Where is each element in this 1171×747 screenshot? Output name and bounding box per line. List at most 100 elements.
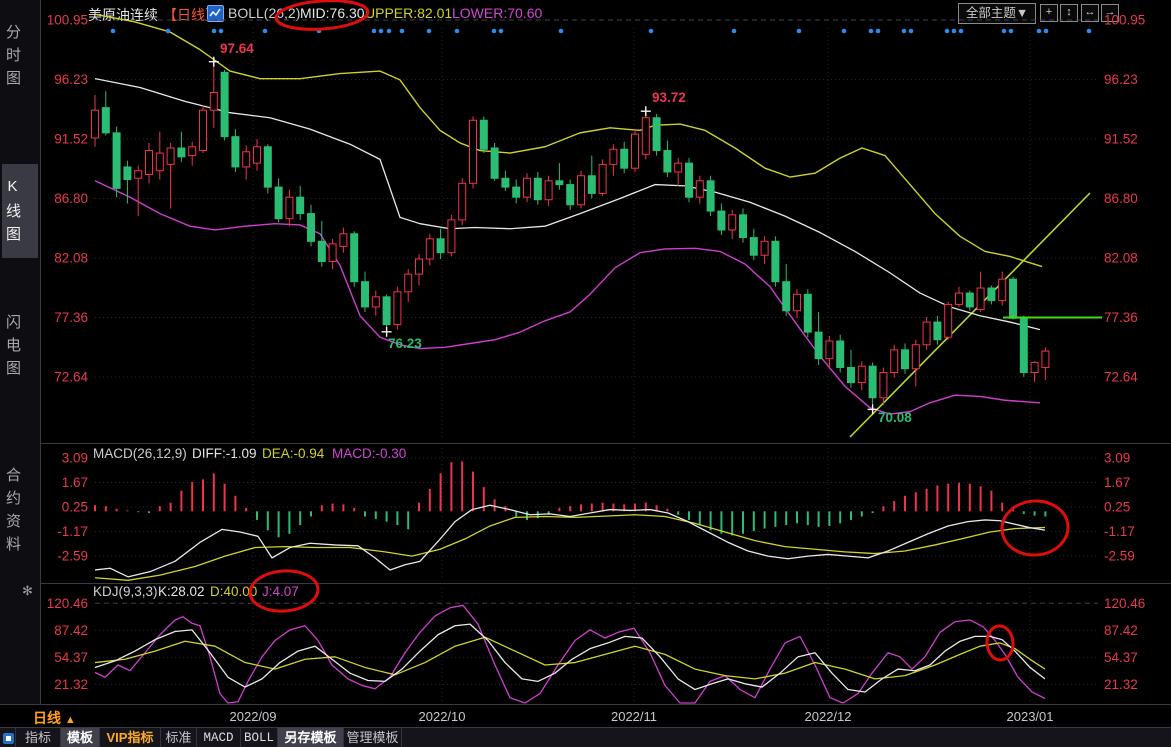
- candlestick: [837, 341, 844, 367]
- candlestick: [729, 215, 736, 230]
- event-dot: [649, 29, 654, 34]
- annotation-circle: [1000, 499, 1070, 557]
- candlestick: [340, 234, 347, 247]
- candlestick: [135, 171, 142, 179]
- boll-mid-value: MID:76.30: [300, 5, 365, 21]
- candlestick: [329, 244, 336, 262]
- x-axis-label: 2022/11: [594, 709, 674, 724]
- axis-label: -2.59: [57, 548, 88, 563]
- indicator-line: [95, 624, 1045, 692]
- candlestick: [966, 293, 973, 307]
- event-dot: [732, 29, 737, 34]
- event-dot: [902, 29, 907, 34]
- candlestick: [923, 322, 930, 345]
- candlestick: [362, 282, 369, 307]
- tab-vip-indicator[interactable]: VIP指标: [100, 728, 161, 747]
- event-dot: [111, 29, 116, 34]
- sidebar-item-flash-chart[interactable]: 闪电图: [2, 296, 38, 396]
- tab-template[interactable]: 模板: [61, 728, 100, 747]
- macd-title: MACD(26,12,9): [93, 446, 187, 461]
- candlestick: [264, 147, 271, 187]
- candlestick: [470, 120, 477, 183]
- candlestick: [437, 239, 444, 253]
- candlestick: [405, 274, 412, 292]
- tab-boll[interactable]: BOLL: [241, 728, 278, 747]
- kdj-settings-icon[interactable]: ✻: [22, 583, 33, 599]
- y-axis-scale-icon[interactable]: ↕: [1060, 4, 1078, 22]
- tab-indicator[interactable]: 指标: [16, 728, 61, 747]
- candlestick: [675, 163, 682, 172]
- candlestick: [804, 294, 811, 332]
- macd-value: MACD:-0.30: [332, 446, 406, 461]
- axis-label: 21.32: [54, 677, 88, 692]
- boll-indicator-label: BOLL(26,2): [228, 5, 300, 21]
- event-dot: [797, 29, 802, 34]
- candlestick: [513, 187, 520, 197]
- candlestick: [588, 176, 595, 194]
- candlestick: [524, 178, 531, 197]
- macd-dea-value: DEA:-0.94: [262, 446, 324, 461]
- candlestick: [448, 220, 455, 253]
- axis-label: -1.17: [57, 524, 88, 539]
- theme-dropdown[interactable]: 全部主题▼: [958, 3, 1036, 24]
- axis-label: 72.64: [1104, 370, 1138, 385]
- event-dot: [876, 29, 881, 34]
- candlestick: [772, 241, 779, 281]
- candlestick: [977, 288, 984, 309]
- axis-label: -1.17: [1104, 524, 1135, 539]
- event-dot: [492, 29, 497, 34]
- bottom-tab-bar: 指标 模板 VIP指标 标准 MACD BOLL 另存模板 管理模板: [0, 727, 1171, 747]
- x-axis-scale-icon[interactable]: ↔: [1081, 4, 1099, 22]
- candlestick: [275, 187, 282, 219]
- event-dot: [559, 29, 564, 34]
- shift-right-icon[interactable]: →: [1101, 4, 1119, 22]
- candlestick: [210, 93, 217, 111]
- indicator-line: [95, 505, 1045, 577]
- move-chart-icon[interactable]: +: [1040, 4, 1058, 22]
- status-mini-icon[interactable]: [3, 733, 14, 744]
- x-axis-label: 2022/10: [402, 709, 482, 724]
- tab-standard[interactable]: 标准: [161, 728, 197, 747]
- indicator-line: [95, 515, 1045, 581]
- event-dot: [400, 29, 405, 34]
- candlestick: [880, 373, 887, 398]
- sidebar-item-time-share-chart[interactable]: 分时图: [2, 6, 38, 106]
- event-dot: [1037, 29, 1042, 34]
- axis-label: 0.25: [62, 499, 88, 514]
- sidebar-item-kline-chart[interactable]: K线图: [2, 164, 38, 258]
- event-dot: [1087, 29, 1092, 34]
- kline-icon: [207, 5, 224, 22]
- candlestick: [826, 341, 833, 359]
- candlestick: [308, 214, 315, 242]
- candlestick: [102, 108, 109, 133]
- tab-manage-template[interactable]: 管理模板: [344, 728, 402, 747]
- candlestick: [869, 366, 876, 398]
- swing-price-label: 70.08: [878, 410, 912, 425]
- candlestick: [416, 259, 423, 274]
- candlestick: [783, 282, 790, 311]
- event-dot: [959, 29, 964, 34]
- kdj-title: KDJ(9,3,3): [93, 584, 158, 599]
- event-dot: [219, 29, 224, 34]
- candlestick: [297, 197, 304, 213]
- chart-canvas[interactable]: 100.95100.9596.2396.2391.5291.5286.8086.…: [0, 0, 1171, 747]
- kdj-d-value: D:40.00: [210, 584, 257, 599]
- kdj-k-value: K:28.02: [158, 584, 205, 599]
- axis-label: 86.80: [1104, 191, 1138, 206]
- candlestick: [318, 241, 325, 261]
- event-dot: [379, 29, 384, 34]
- event-dot: [952, 29, 957, 34]
- tab-macd[interactable]: MACD: [197, 728, 241, 747]
- sidebar-item-contract-info[interactable]: 合约资料: [2, 446, 38, 576]
- axis-label: 21.32: [1104, 677, 1138, 692]
- swing-price-label: 76.23: [388, 336, 422, 351]
- period-selector[interactable]: 日线 ▲: [33, 708, 76, 728]
- event-dot: [212, 29, 217, 34]
- tab-save-template[interactable]: 另存模板: [278, 728, 344, 747]
- instrument-title: 美原油连续: [88, 5, 158, 25]
- trading-app-window: 分时图 K线图 闪电图 合约资料 美原油连续 【日线】 BOLL(26,2) M…: [0, 0, 1171, 747]
- event-dot: [499, 29, 504, 34]
- axis-label: 87.42: [1104, 623, 1138, 638]
- candlestick: [848, 367, 855, 382]
- indicator-line: [95, 181, 1040, 414]
